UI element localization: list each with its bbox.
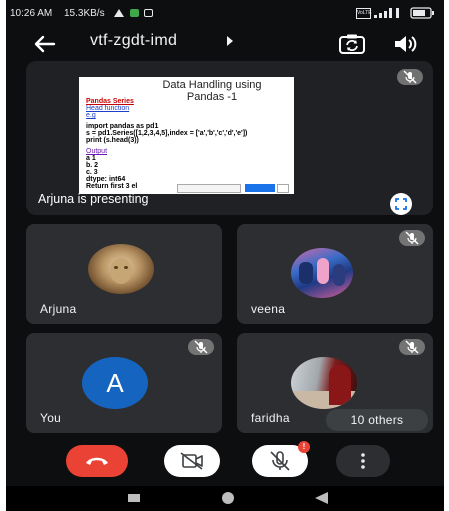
- mic-off-badge: [188, 339, 214, 355]
- speaker-icon[interactable]: [393, 33, 419, 55]
- slide-output-line: b. 2: [86, 162, 99, 169]
- status-bar: 10:26 AM 15.3KB/s VoLTE: [6, 0, 444, 26]
- participant-name: You: [40, 411, 62, 425]
- slide-output-line: dtype: int64: [86, 176, 126, 183]
- recents-icon[interactable]: [128, 494, 140, 502]
- avatar: A: [82, 357, 148, 409]
- avatar: [291, 248, 353, 298]
- others-chip[interactable]: 10 others: [326, 409, 428, 431]
- slide-output-line: Return first 3 el: [86, 183, 138, 190]
- mic-off-badge: [397, 69, 423, 85]
- slide-heading-eg: e.g: [86, 112, 96, 119]
- slide-title: Data Handling using Pandas -1: [137, 79, 287, 103]
- more-options-button[interactable]: [336, 445, 390, 477]
- phone-hangup-icon: [86, 457, 108, 465]
- slide-title-line-2: Pandas -1: [186, 91, 238, 103]
- meeting-code[interactable]: vtf-zgdt-imd: [90, 32, 177, 50]
- end-call-button[interactable]: [66, 445, 128, 477]
- mic-off-badge: [399, 230, 425, 246]
- android-nav-bar: [6, 486, 444, 511]
- presentation-tile[interactable]: Data Handling using Pandas -1 Pandas Ser…: [26, 61, 433, 215]
- mic-off-icon: [405, 231, 419, 245]
- mic-alert-badge: !: [298, 441, 310, 453]
- meet-screen: 10:26 AM 15.3KB/s VoLTE vtf-zgdt-imd Dat…: [6, 0, 444, 511]
- presenting-label: Arjuna is presenting: [38, 192, 149, 206]
- more-vert-icon: [361, 453, 365, 469]
- video-off-icon: [180, 452, 203, 470]
- shared-screen-slide: Data Handling using Pandas -1 Pandas Ser…: [79, 77, 294, 194]
- message-icon: [144, 9, 153, 17]
- battery-icon: [410, 7, 434, 19]
- slide-output-line: c. 3: [86, 169, 98, 176]
- fullscreen-button[interactable]: [390, 193, 412, 215]
- slide-output-label: Output: [86, 148, 108, 155]
- arrow-back-icon[interactable]: [30, 30, 60, 58]
- slide-heading-head-function: Head function: [86, 105, 130, 112]
- slide-title-line-1: Data Handling using: [162, 79, 262, 91]
- signal-icon: [374, 8, 399, 18]
- avatar: [88, 244, 154, 294]
- avatar-initial: A: [106, 368, 124, 398]
- participant-tile-veena[interactable]: veena: [237, 224, 433, 324]
- avatar: [291, 357, 357, 409]
- slide-output-line: a 1: [86, 155, 96, 162]
- participant-tile-arjuna[interactable]: Arjuna: [26, 224, 222, 324]
- status-speed: 15.3KB/s: [64, 8, 105, 19]
- status-time: 10:26 AM: [10, 8, 53, 19]
- participant-tile-you[interactable]: A You: [26, 333, 222, 433]
- mic-off-icon: [405, 340, 419, 354]
- home-icon[interactable]: [222, 492, 234, 504]
- app-notification-icon: [130, 9, 139, 17]
- slide-heading-pandas-series: Pandas Series: [86, 98, 134, 105]
- mic-off-icon: [194, 340, 208, 354]
- others-count-label: 10 others: [350, 413, 404, 427]
- notification-icon: [114, 9, 124, 17]
- meeting-header: vtf-zgdt-imd: [6, 26, 444, 62]
- participant-name: faridha: [251, 411, 290, 425]
- slide-overlay-toolbar: [177, 184, 289, 193]
- participant-name: veena: [251, 302, 286, 316]
- volte-icon: VoLTE: [356, 8, 372, 19]
- participant-name: Arjuna: [40, 302, 77, 316]
- slide-code-line: s = pd1.Series([1,2,3,4,5],index = ['a',…: [86, 130, 248, 137]
- caret-right-icon[interactable]: [226, 36, 234, 46]
- back-nav-icon[interactable]: [315, 492, 329, 504]
- camera-toggle-button[interactable]: [164, 445, 220, 477]
- fullscreen-icon: [395, 198, 407, 210]
- slide-code-line: print (s.head(3)): [86, 137, 139, 144]
- switch-camera-icon[interactable]: [339, 34, 365, 54]
- mic-off-icon: [403, 70, 417, 84]
- mic-off-badge: [399, 339, 425, 355]
- slide-code-line: import pandas as pd1: [86, 123, 159, 130]
